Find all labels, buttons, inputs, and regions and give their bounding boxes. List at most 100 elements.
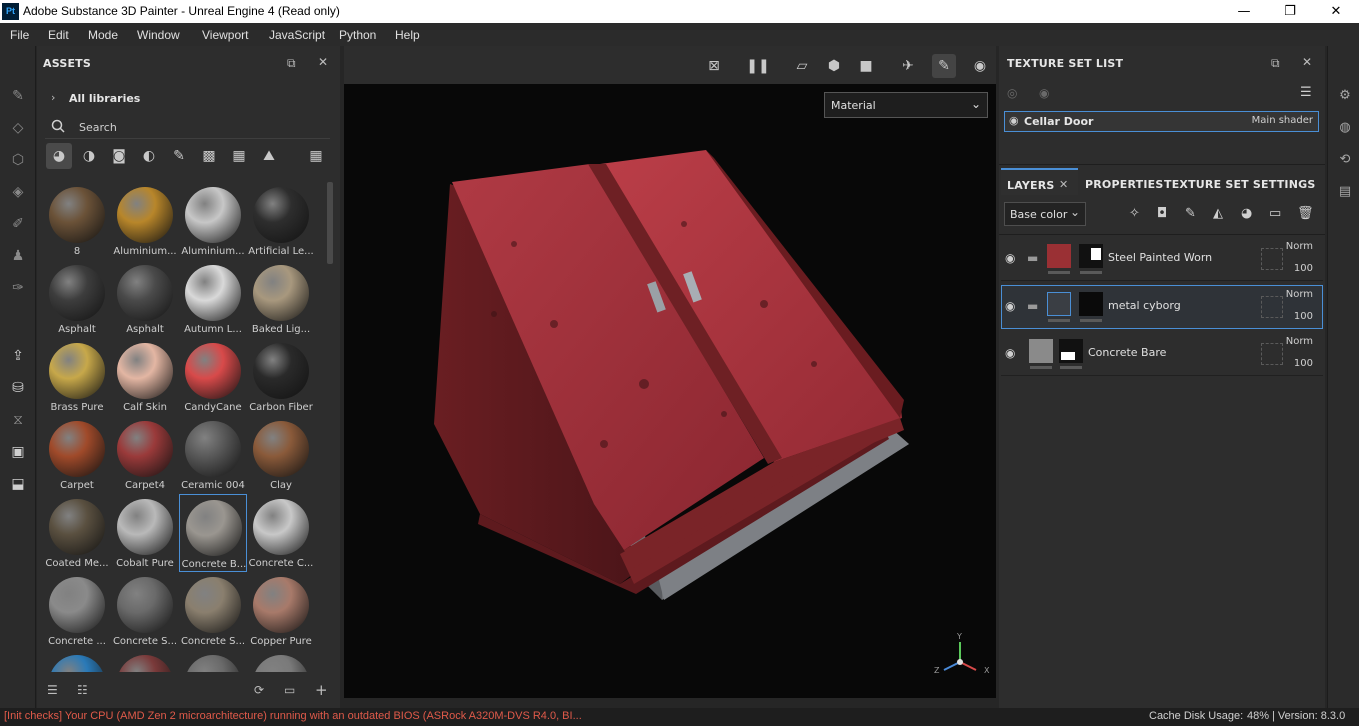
blend-mode[interactable]: Norm — [1286, 241, 1313, 252]
asset-tile[interactable] — [179, 650, 247, 672]
blend-mode[interactable]: Norm — [1286, 336, 1313, 347]
eye-icon[interactable]: ◉ — [1039, 86, 1049, 100]
visibility-eye-icon[interactable]: ◉ — [1009, 114, 1019, 127]
asset-tile[interactable]: Baked Lig... — [247, 260, 315, 338]
tab-texture-set-settings[interactable]: TEXTURE SET SETTINGS — [1164, 178, 1315, 191]
asset-tile[interactable]: Artificial Le... — [247, 182, 315, 260]
asset-tile[interactable]: Concrete B... — [179, 494, 247, 572]
paint-brush-icon[interactable]: ✎ — [8, 86, 28, 106]
close-panel-icon[interactable]: ✕ — [318, 55, 328, 69]
layer-item[interactable]: ◉ ▬ metal cyborg Norm 100 — [1001, 285, 1323, 329]
sort-list-icon[interactable]: ☷ — [77, 683, 88, 697]
asset-tile[interactable]: Autumn L... — [179, 260, 247, 338]
grid-view-icon[interactable]: ▦ — [303, 143, 329, 169]
opacity[interactable]: 100 — [1294, 358, 1313, 369]
search-input[interactable]: Search — [79, 121, 117, 134]
asset-tile[interactable]: Concrete S... — [111, 572, 179, 650]
asset-tile[interactable]: Concrete S... — [179, 572, 247, 650]
menu-mode[interactable]: Mode — [88, 28, 118, 42]
add-smart-material-icon[interactable]: ◕ — [1241, 206, 1252, 221]
pause-icon[interactable]: ❚❚ — [746, 54, 770, 78]
environments-filter-icon[interactable]: ⛰ — [256, 143, 282, 169]
maximize-button[interactable]: ❐ — [1267, 0, 1313, 23]
asset-scrollbar[interactable] — [327, 182, 333, 264]
asset-tile[interactable]: Asphalt — [43, 260, 111, 338]
library-selector[interactable]: All libraries — [69, 92, 140, 105]
delete-icon[interactable]: 🗑 — [1297, 206, 1314, 221]
projection-icon[interactable]: ⬡ — [8, 150, 28, 170]
blend-mode[interactable]: Norm — [1286, 289, 1313, 300]
asset-tile[interactable]: Coated Me... — [43, 494, 111, 572]
alphas-filter-icon[interactable]: ▩ — [196, 143, 222, 169]
tab-properties[interactable]: PROPERTIES — [1085, 178, 1163, 191]
asset-tile[interactable]: Aluminium... — [179, 182, 247, 260]
menu-viewport[interactable]: Viewport — [202, 28, 248, 42]
close-button[interactable]: ✕ — [1313, 0, 1359, 23]
opacity[interactable]: 100 — [1294, 263, 1313, 274]
asset-tile[interactable]: 8 — [43, 182, 111, 260]
3d-viewport[interactable]: Y X Z — [344, 84, 996, 698]
asset-tile[interactable]: Clay — [247, 416, 315, 494]
menu-window[interactable]: Window — [137, 28, 180, 42]
asset-tile[interactable]: Carpet4 — [111, 416, 179, 494]
menu-python[interactable]: Python — [339, 28, 376, 42]
viewport-channel-select[interactable]: Material ⌄ — [824, 92, 988, 118]
layer-item[interactable]: ◉ Concrete Bare Norm 100 — [1001, 332, 1323, 376]
paint-mode-icon[interactable]: ✎ — [932, 54, 956, 78]
grunges-filter-icon[interactable]: ▦ — [226, 143, 252, 169]
export-icon[interactable]: ⇪ — [8, 346, 28, 366]
asset-tile[interactable]: Copper Pure — [247, 572, 315, 650]
texture-set-item[interactable]: ◉ Cellar Door Main shader — [1004, 111, 1319, 132]
visibility-eye-icon[interactable]: ◉ — [1005, 251, 1015, 265]
asset-tile[interactable] — [43, 650, 111, 672]
add-fill-layer-icon[interactable]: ◭ — [1213, 206, 1223, 221]
menu-icon[interactable]: ☰ — [1300, 85, 1312, 100]
layer-item[interactable]: ◉ ▬ Steel Painted Worn Norm 100 — [1001, 237, 1323, 281]
asset-tile[interactable]: Asphalt — [111, 260, 179, 338]
undock-icon[interactable]: ⧉ — [1271, 56, 1280, 71]
filters-filter-icon[interactable]: ◐ — [136, 143, 162, 169]
menu-help[interactable]: Help — [395, 28, 420, 42]
asset-tile[interactable] — [111, 650, 179, 672]
3d-view-icon[interactable]: ⬢ — [822, 54, 846, 78]
asset-tile[interactable]: Concrete C... — [247, 494, 315, 572]
smudge-icon[interactable]: ✐ — [8, 214, 28, 234]
filter-list-icon[interactable]: ☰ — [47, 683, 58, 697]
add-icon[interactable]: + — [315, 681, 328, 699]
brushes-filter-icon[interactable]: ✎ — [166, 143, 192, 169]
hide-ui-icon[interactable]: ⊠ — [702, 54, 726, 78]
smart-materials-filter-icon[interactable]: ◑ — [76, 143, 102, 169]
asset-tile[interactable]: CandyCane — [179, 338, 247, 416]
close-panel-icon[interactable]: ✕ — [1302, 55, 1312, 69]
minimize-button[interactable]: — — [1221, 0, 1267, 23]
screenshot-icon[interactable]: ◉ — [968, 54, 992, 78]
symmetry-icon[interactable]: ✈ — [896, 54, 920, 78]
undock-icon[interactable]: ⧉ — [287, 56, 296, 71]
texture-set-settings-icon[interactable]: ⚙ — [1336, 88, 1354, 106]
opacity[interactable]: 100 — [1294, 311, 1313, 322]
channel-select[interactable]: Base color ⌄ — [1004, 202, 1086, 226]
display-settings-icon[interactable]: ▣ — [8, 442, 28, 462]
asset-tile[interactable]: Aluminium... — [111, 182, 179, 260]
display-icon[interactable]: ◍ — [1336, 120, 1354, 138]
close-tab-icon[interactable]: ✕ — [1059, 178, 1068, 191]
clone-icon[interactable]: ♟ — [8, 246, 28, 266]
asset-tile[interactable]: Cobalt Pure — [111, 494, 179, 572]
history-icon[interactable]: ⧖ — [8, 410, 28, 430]
add-mask-icon[interactable]: ◘ — [1157, 206, 1167, 221]
visibility-eye-icon[interactable]: ◉ — [1005, 346, 1015, 360]
asset-tile[interactable]: Carpet — [43, 416, 111, 494]
color-picker-icon[interactable]: ✑ — [8, 278, 28, 298]
refresh-icon[interactable]: ⟳ — [254, 683, 264, 697]
asset-tile[interactable]: Carbon Fiber — [247, 338, 315, 416]
asset-tile[interactable]: Concrete ... — [43, 572, 111, 650]
tab-layers[interactable]: LAYERS ✕ — [1001, 168, 1078, 195]
history-icon[interactable]: ⟲ — [1336, 152, 1354, 170]
materials-filter-icon[interactable]: ◕ — [46, 143, 72, 169]
asset-tile[interactable] — [247, 650, 315, 672]
eye-slash-icon[interactable]: ◎ — [1007, 86, 1017, 100]
asset-tile[interactable]: Brass Pure — [43, 338, 111, 416]
log-icon[interactable]: ▤ — [1336, 184, 1354, 202]
chevron-right-icon[interactable]: › — [51, 91, 55, 104]
add-paint-layer-icon[interactable]: ✎ — [1185, 206, 1196, 221]
